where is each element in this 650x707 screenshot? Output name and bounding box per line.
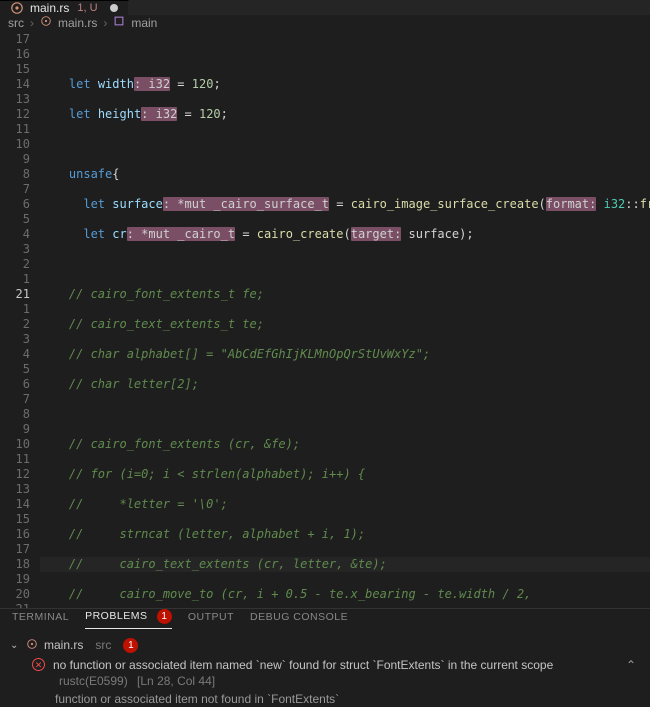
rust-file-icon <box>10 1 24 15</box>
tab-modifier: 1, U <box>77 2 97 14</box>
problem-message: no function or associated item named `ne… <box>53 657 614 689</box>
tab-debug-console[interactable]: DEBUG CONSOLE <box>250 611 348 627</box>
tab-output[interactable]: OUTPUT <box>188 611 234 627</box>
problem-location: [Ln 28, Col 44] <box>137 674 215 688</box>
editor-tab-bar: main.rs 1, U <box>0 0 650 15</box>
chevron-up-icon[interactable]: ⌃ <box>622 657 640 673</box>
editor-tab-main-rs[interactable]: main.rs 1, U <box>0 0 129 15</box>
chevron-right-icon: › <box>103 16 107 30</box>
rust-file-icon <box>26 638 38 653</box>
problem-source: rustc(E0599) <box>59 674 128 688</box>
rust-file-icon <box>40 15 52 30</box>
problems-count-badge: 1 <box>157 609 172 624</box>
problem-file-row[interactable]: ⌄ main.rs src 1 <box>10 635 640 655</box>
tab-problems-label: PROBLEMS <box>85 610 147 622</box>
dirty-indicator-icon <box>110 4 118 12</box>
chevron-down-icon[interactable]: ⌄ <box>10 640 20 651</box>
problem-filename: main.rs <box>44 638 83 652</box>
error-icon: ✕ <box>32 658 45 671</box>
problem-item[interactable]: ✕ no function or associated item named `… <box>10 655 640 691</box>
file-problem-count-badge: 1 <box>123 638 138 653</box>
tab-filename: main.rs <box>30 1 69 15</box>
chevron-right-icon: › <box>30 16 34 30</box>
symbol-function-icon <box>113 15 125 30</box>
tab-terminal[interactable]: TERMINAL <box>12 611 69 627</box>
breadcrumb[interactable]: src › main.rs › main <box>0 15 650 30</box>
breadcrumb-root[interactable]: src <box>8 16 24 30</box>
code-area[interactable]: let width: i32 = 120; let height: i32 = … <box>40 30 650 608</box>
line-number-gutter: 1716151413121110987654321211234567891011… <box>0 30 40 608</box>
panel-tab-bar: TERMINAL PROBLEMS 1 OUTPUT DEBUG CONSOLE <box>0 608 650 629</box>
problems-panel: ⌄ main.rs src 1 ✕ no function or associa… <box>0 629 650 707</box>
problem-folder: src <box>95 638 111 652</box>
tab-problems[interactable]: PROBLEMS 1 <box>85 609 172 629</box>
breadcrumb-file[interactable]: main.rs <box>58 16 97 30</box>
breadcrumb-symbol[interactable]: main <box>131 16 157 30</box>
problem-sub-message: function or associated item not found in… <box>10 691 640 707</box>
text-editor[interactable]: 1716151413121110987654321211234567891011… <box>0 30 650 608</box>
